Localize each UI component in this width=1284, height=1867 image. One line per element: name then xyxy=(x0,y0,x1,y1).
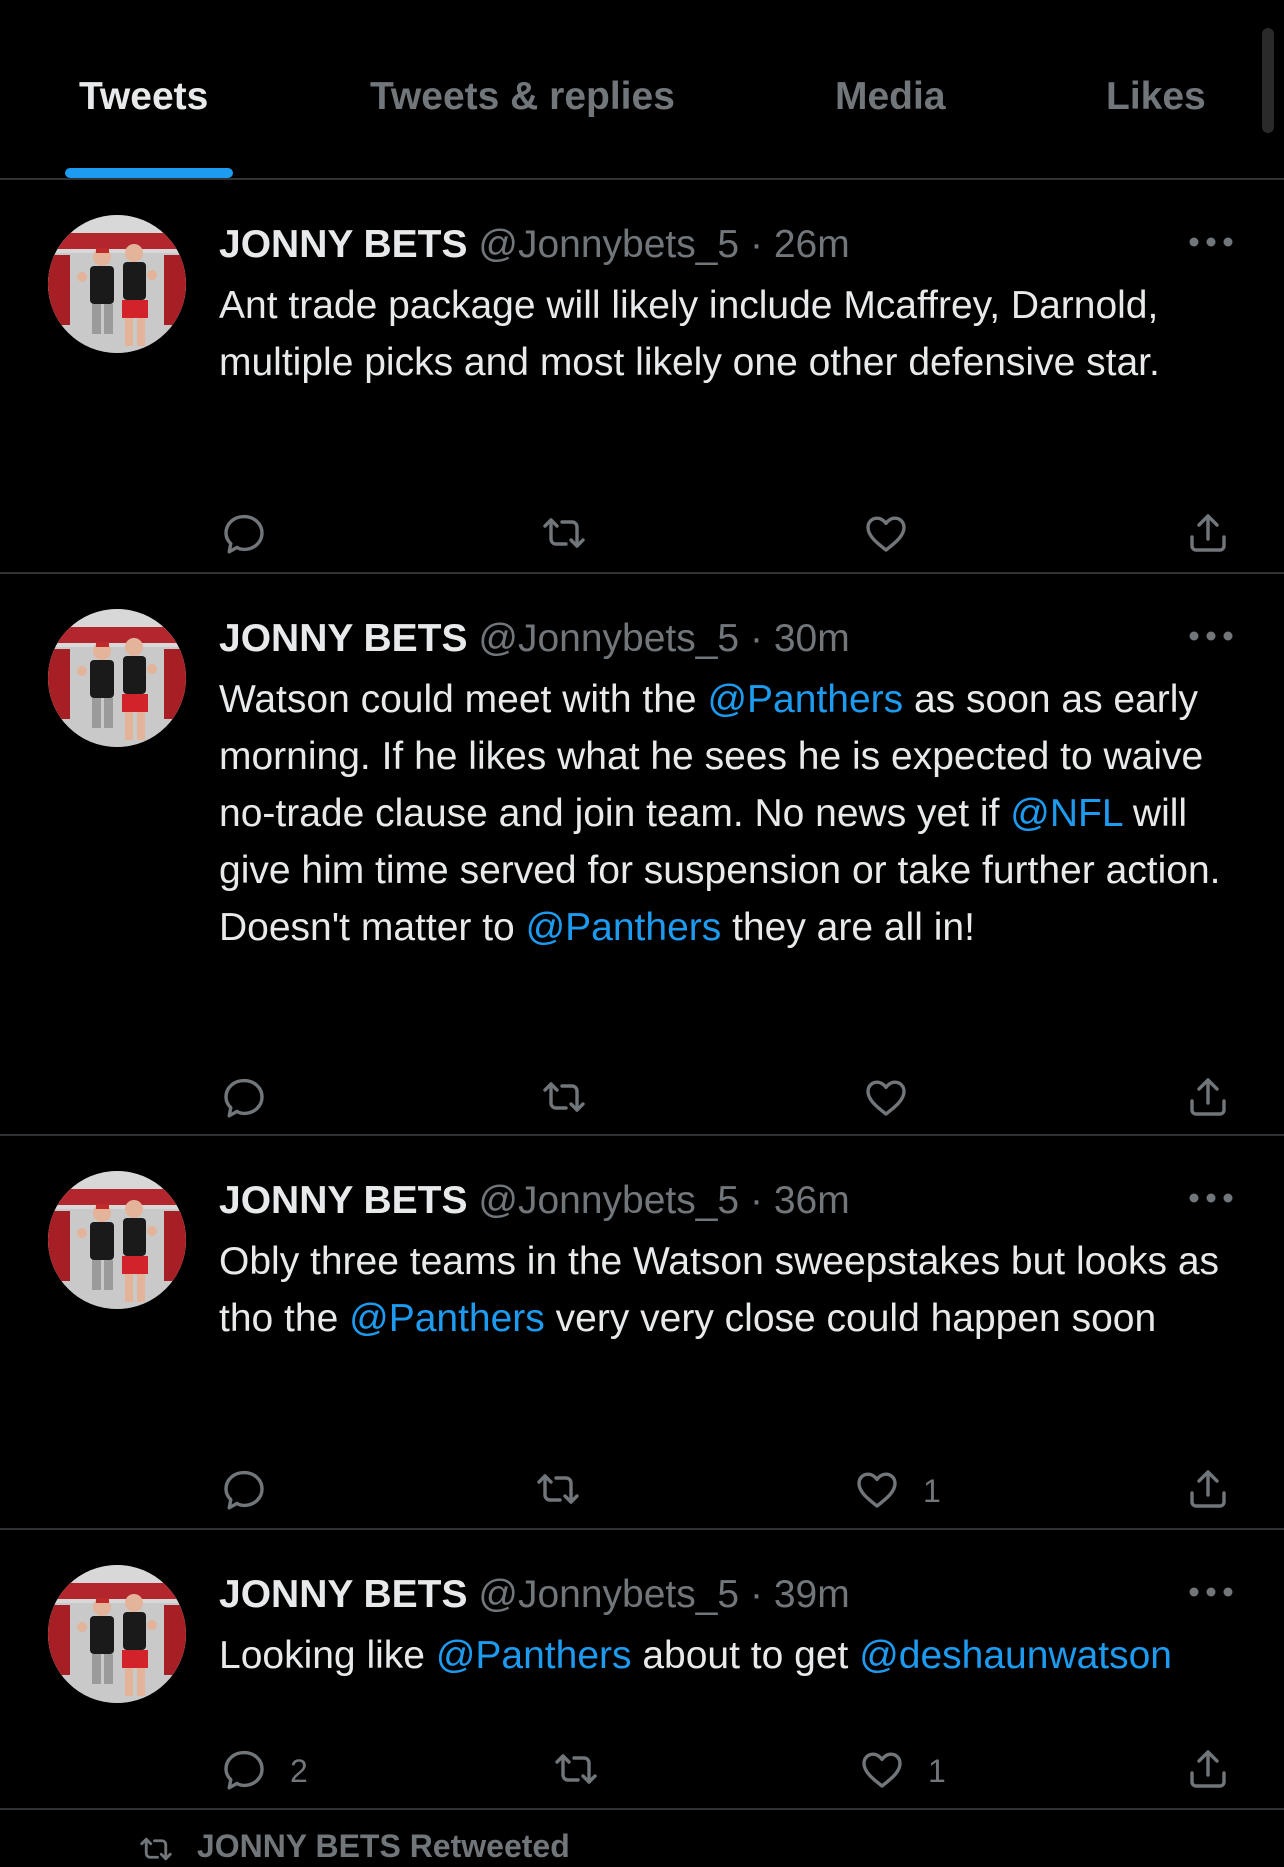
separator-dot: · xyxy=(749,223,763,266)
retweet-button[interactable] xyxy=(534,1466,582,1516)
mention-link[interactable]: @deshaunwatson xyxy=(859,1634,1172,1677)
avatar[interactable] xyxy=(48,215,186,353)
share-button[interactable] xyxy=(1184,510,1232,560)
retweet-icon xyxy=(540,509,588,562)
tweet-text-segment: Looking like xyxy=(219,1634,436,1677)
like-button[interactable]: 1 xyxy=(853,1466,941,1516)
retweet-icon xyxy=(540,1073,588,1126)
avatar[interactable] xyxy=(48,609,186,747)
active-tab-indicator xyxy=(65,168,233,178)
heart-icon xyxy=(853,1465,901,1518)
retweet-button[interactable] xyxy=(540,510,588,560)
profile-tabs: Tweets Tweets & replies Media Likes xyxy=(0,0,1284,180)
tweet[interactable]: JONNY BETS @Jonnybets_5 · 39m Looking li… xyxy=(0,1530,1284,1810)
tweet-time[interactable]: 39m xyxy=(774,1573,850,1616)
tweet-header: JONNY BETS @Jonnybets_5 · 26m xyxy=(219,220,850,270)
retweet-button[interactable] xyxy=(552,1746,600,1796)
tab-tweets[interactable]: Tweets xyxy=(79,75,208,119)
share-icon xyxy=(1184,1465,1232,1518)
display-name[interactable]: JONNY BETS xyxy=(219,223,468,266)
user-handle[interactable]: @Jonnybets_5 xyxy=(478,1179,739,1222)
reply-button[interactable]: 2 xyxy=(220,1746,308,1796)
tweet-text: Watson could meet with the @Panthers as … xyxy=(219,671,1259,956)
share-icon xyxy=(1184,509,1232,562)
tweet-text-segment: Watson could meet with the xyxy=(219,678,708,721)
like-count: 1 xyxy=(923,1472,941,1509)
reply-icon xyxy=(220,1465,268,1518)
display-name[interactable]: JONNY BETS xyxy=(219,617,468,660)
tweet-text-segment: very very close could happen soon xyxy=(544,1297,1157,1340)
tweet-text-segment: they are all in! xyxy=(721,906,975,949)
tab-tweets-replies[interactable]: Tweets & replies xyxy=(370,75,675,119)
tweet-header: JONNY BETS @Jonnybets_5 · 36m xyxy=(219,1176,850,1226)
reply-icon xyxy=(220,509,268,562)
tweet[interactable]: JONNY BETS @Jonnybets_5 · 26m Ant trade … xyxy=(0,180,1284,574)
heart-icon xyxy=(862,1073,910,1126)
share-icon xyxy=(1184,1073,1232,1126)
tweet-time[interactable]: 30m xyxy=(774,617,850,660)
share-icon xyxy=(1184,1745,1232,1798)
heart-icon xyxy=(858,1745,906,1798)
tweet-header: JONNY BETS @Jonnybets_5 · 30m xyxy=(219,614,850,664)
reply-button[interactable] xyxy=(220,510,290,560)
tweet-header: JONNY BETS @Jonnybets_5 · 39m xyxy=(219,1570,850,1620)
more-icon[interactable] xyxy=(1186,626,1236,646)
like-count: 1 xyxy=(928,1752,946,1789)
tweet[interactable]: JONNY BETS @Jonnybets_5 · 30m Watson cou… xyxy=(0,574,1284,1136)
tab-likes[interactable]: Likes xyxy=(1106,75,1206,119)
tweet-text-segment: Ant trade package will likely include Mc… xyxy=(219,284,1160,384)
heart-icon xyxy=(862,509,910,562)
tweet-text: Ant trade package will likely include Mc… xyxy=(219,277,1259,391)
display-name[interactable]: JONNY BETS xyxy=(219,1179,468,1222)
separator-dot: · xyxy=(749,1573,763,1616)
user-handle[interactable]: @Jonnybets_5 xyxy=(478,1573,739,1616)
share-button[interactable] xyxy=(1184,1746,1232,1796)
share-button[interactable] xyxy=(1184,1466,1232,1516)
tab-media[interactable]: Media xyxy=(835,75,946,119)
scrollbar[interactable] xyxy=(1262,28,1274,133)
reply-icon xyxy=(220,1745,268,1798)
mention-link[interactable]: @NFL xyxy=(1010,792,1122,835)
mention-link[interactable]: @Panthers xyxy=(349,1297,545,1340)
reply-button[interactable] xyxy=(220,1466,290,1516)
avatar[interactable] xyxy=(48,1565,186,1703)
tweet-text: Obly three teams in the Watson sweepstak… xyxy=(219,1233,1259,1347)
reply-count: 2 xyxy=(290,1752,308,1789)
avatar[interactable] xyxy=(48,1171,186,1309)
like-button[interactable]: 1 xyxy=(858,1746,946,1796)
reply-button[interactable] xyxy=(220,1074,290,1124)
mention-link[interactable]: @Panthers xyxy=(436,1634,632,1677)
user-handle[interactable]: @Jonnybets_5 xyxy=(478,617,739,660)
separator-dot: · xyxy=(749,617,763,660)
retweet-icon xyxy=(552,1745,600,1798)
tweet-text: Looking like @Panthers about to get @des… xyxy=(219,1627,1279,1684)
share-button[interactable] xyxy=(1184,1074,1232,1124)
more-icon[interactable] xyxy=(1186,1582,1236,1602)
tweet[interactable]: JONNY BETS @Jonnybets_5 · 36m Obly three… xyxy=(0,1136,1284,1530)
user-handle[interactable]: @Jonnybets_5 xyxy=(478,223,739,266)
like-button[interactable] xyxy=(862,510,932,560)
more-icon[interactable] xyxy=(1186,1188,1236,1208)
retweet-button[interactable] xyxy=(540,1074,588,1124)
mention-link[interactable]: @Panthers xyxy=(526,906,722,949)
reply-icon xyxy=(220,1073,268,1126)
retweet-icon xyxy=(534,1465,582,1518)
like-button[interactable] xyxy=(862,1074,932,1124)
tweet-text-segment: about to get xyxy=(631,1634,860,1677)
tweet-time[interactable]: 26m xyxy=(774,223,850,266)
more-icon[interactable] xyxy=(1186,232,1236,252)
retweeted-indicator: JONNY BETS Retweeted xyxy=(138,1828,570,1867)
mention-link[interactable]: @Panthers xyxy=(707,678,903,721)
display-name[interactable]: JONNY BETS xyxy=(219,1573,468,1616)
separator-dot: · xyxy=(749,1179,763,1222)
tweet-time[interactable]: 36m xyxy=(774,1179,850,1222)
